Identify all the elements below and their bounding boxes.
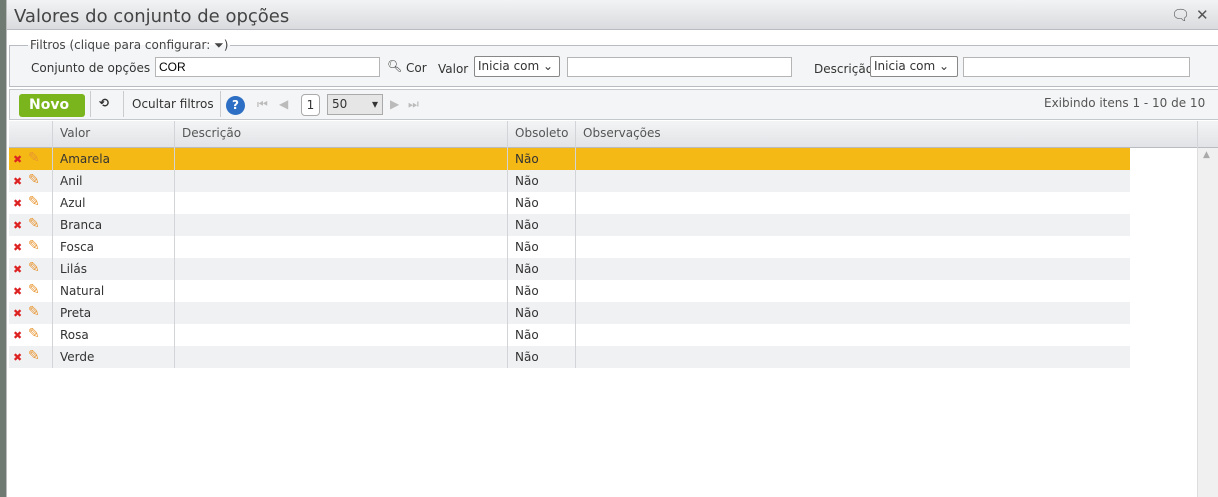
cell-obsoleto: Não: [515, 152, 539, 166]
valor-operator-select[interactable]: Inicia com ⌄: [474, 56, 560, 77]
edit-pencil-icon[interactable]: ✎: [28, 260, 40, 276]
next-page-icon[interactable]: ▶: [390, 97, 399, 111]
table-row[interactable]: ✖ ✎ Fosca Não: [9, 236, 1130, 258]
descricao-label: Descrição: [814, 62, 874, 76]
table-row[interactable]: ✖ ✎ Azul Não: [9, 192, 1130, 214]
refresh-icon[interactable]: ⟲: [99, 96, 109, 110]
delete-icon[interactable]: ✖: [13, 241, 22, 254]
table-row[interactable]: ✖ ✎ Verde Não: [9, 346, 1130, 368]
conjunto-input[interactable]: [155, 57, 380, 77]
cell-valor: Amarela: [60, 152, 110, 166]
delete-icon[interactable]: ✖: [13, 351, 22, 364]
filter-icon[interactable]: ⏷: [214, 38, 224, 52]
cell-valor: Preta: [60, 306, 92, 320]
edit-pencil-icon[interactable]: ✎: [28, 172, 40, 188]
table-row[interactable]: ✖ ✎ Natural Não: [9, 280, 1130, 302]
chevron-down-icon: ⌄: [543, 59, 554, 73]
edit-pencil-icon[interactable]: ✎: [28, 216, 40, 232]
delete-icon[interactable]: ✖: [13, 153, 22, 166]
delete-icon[interactable]: ✖: [13, 329, 22, 342]
delete-icon[interactable]: ✖: [13, 263, 22, 276]
delete-icon[interactable]: ✖: [13, 219, 22, 232]
conjunto-label: Conjunto de opções: [31, 61, 151, 75]
last-page-icon[interactable]: ⏭: [408, 97, 419, 112]
page-input[interactable]: 1: [301, 94, 320, 116]
cell-obsoleto: Não: [515, 196, 539, 210]
cell-valor: Natural: [60, 284, 105, 298]
table-row[interactable]: ✖ ✎ Rosa Não: [9, 324, 1130, 346]
valor-input[interactable]: [567, 57, 792, 77]
edit-pencil-icon[interactable]: ✎: [28, 150, 40, 166]
cell-obsoleto: Não: [515, 306, 539, 320]
valor-label: Valor: [438, 62, 469, 76]
cell-valor: Verde: [60, 350, 95, 364]
vertical-scrollbar[interactable]: ▲: [1197, 148, 1218, 497]
edit-pencil-icon[interactable]: ✎: [28, 304, 40, 320]
cell-obsoleto: Não: [515, 218, 539, 232]
new-button[interactable]: Novo: [19, 94, 85, 117]
column-header-obsoleto[interactable]: Obsoleto: [515, 126, 568, 140]
edit-pencil-icon[interactable]: ✎: [28, 326, 40, 342]
filters-legend[interactable]: Filtros (clique para configurar: ⏷): [28, 38, 230, 53]
conjunto-description: Cor: [406, 61, 427, 75]
table-row[interactable]: ✖ ✎ Lilás Não: [9, 258, 1130, 280]
chevron-down-icon: ▾: [371, 97, 378, 111]
cell-valor: Rosa: [60, 328, 89, 342]
edit-pencil-icon[interactable]: ✎: [28, 282, 40, 298]
cell-obsoleto: Não: [515, 262, 539, 276]
cell-valor: Lilás: [60, 262, 87, 276]
page-size-select[interactable]: 50 ▾: [327, 94, 383, 115]
delete-icon[interactable]: ✖: [13, 307, 22, 320]
comment-icon[interactable]: 🗨: [1171, 6, 1190, 24]
edit-pencil-icon[interactable]: ✎: [28, 194, 40, 210]
close-icon[interactable]: ✕: [1196, 6, 1209, 24]
table-row[interactable]: ✖ ✎ Branca Não: [9, 214, 1130, 236]
descricao-input[interactable]: [963, 57, 1190, 77]
chevron-down-icon: ⌄: [939, 59, 950, 73]
cell-obsoleto: Não: [515, 350, 539, 364]
delete-icon[interactable]: ✖: [13, 285, 22, 298]
column-header-observacoes[interactable]: Observações: [583, 126, 661, 140]
search-icon[interactable]: 🔍︎: [387, 59, 402, 73]
title-bar: Valores do conjunto de opções 🗨 ✕: [7, 0, 1218, 30]
table-row[interactable]: ✖ ✎ Preta Não: [9, 302, 1130, 324]
cell-valor: Anil: [60, 174, 83, 188]
cell-obsoleto: Não: [515, 284, 539, 298]
table-row[interactable]: ✖ ✎ Amarela Não: [9, 148, 1130, 170]
delete-icon[interactable]: ✖: [13, 175, 22, 188]
paging-status: Exibindo itens 1 - 10 de 10: [1044, 96, 1206, 110]
dialog-title: Valores do conjunto de opções: [14, 6, 290, 27]
dialog: Valores do conjunto de opções 🗨 ✕ Filtro…: [6, 0, 1218, 497]
column-header-valor[interactable]: Valor: [60, 126, 90, 140]
descricao-operator-select[interactable]: Inicia com ⌄: [870, 56, 958, 77]
cell-valor: Azul: [60, 196, 86, 210]
cell-obsoleto: Não: [515, 174, 539, 188]
prev-page-icon[interactable]: ◀: [279, 97, 288, 111]
edit-pencil-icon[interactable]: ✎: [28, 348, 40, 364]
help-icon[interactable]: ?: [226, 96, 245, 115]
edit-pencil-icon[interactable]: ✎: [28, 238, 40, 254]
hide-filters-button[interactable]: Ocultar filtros: [132, 97, 214, 111]
delete-icon[interactable]: ✖: [13, 197, 22, 210]
cell-valor: Fosca: [60, 240, 95, 254]
cell-obsoleto: Não: [515, 240, 539, 254]
first-page-icon[interactable]: ⏮: [257, 97, 268, 112]
table-row[interactable]: ✖ ✎ Anil Não: [9, 170, 1130, 192]
column-header-descricao[interactable]: Descrição: [182, 126, 241, 140]
scroll-up-icon[interactable]: ▲: [1203, 150, 1210, 160]
cell-obsoleto: Não: [515, 328, 539, 342]
cell-valor: Branca: [60, 218, 103, 232]
